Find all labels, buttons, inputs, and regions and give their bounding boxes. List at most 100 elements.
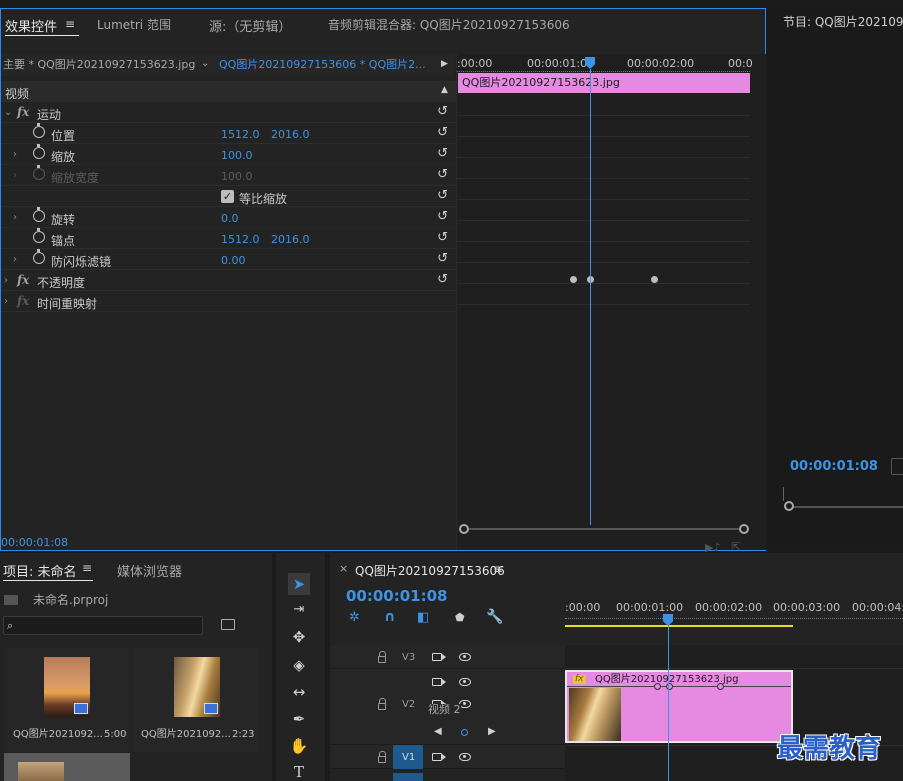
ec-timecode[interactable]: 00:00:01:08 xyxy=(1,537,68,548)
keyframe-marker[interactable] xyxy=(717,683,724,690)
fx-icon[interactable]: fx xyxy=(17,273,29,287)
reset-icon[interactable]: ↺ xyxy=(437,188,448,203)
scale-value[interactable]: 100.0 xyxy=(221,149,253,162)
pen-tool-icon[interactable]: ✒ xyxy=(288,708,310,730)
type-tool-icon[interactable]: T xyxy=(288,761,310,781)
reset-icon[interactable]: ↺ xyxy=(437,167,448,182)
sequence-clip-dropdown[interactable]: QQ图片20210927153606 * QQ图片2... xyxy=(219,59,426,70)
fx-icon[interactable]: fx xyxy=(17,105,29,119)
eye-icon[interactable] xyxy=(459,653,471,661)
fit-dropdown[interactable] xyxy=(891,458,903,475)
keyframe-marker[interactable] xyxy=(654,683,661,690)
chevron-right-icon[interactable]: › xyxy=(13,212,17,223)
reset-icon[interactable]: ↺ xyxy=(437,230,448,245)
play-only-icon[interactable]: ▶ xyxy=(441,60,448,69)
track-select-tool-icon[interactable]: ⇥ xyxy=(288,599,310,621)
sync-lock-icon[interactable] xyxy=(432,753,446,761)
rotation-value[interactable]: 0.0 xyxy=(221,212,239,225)
tab-lumetri-scopes[interactable]: Lumetri 范围 xyxy=(97,16,171,33)
collapse-up-icon[interactable]: ▲ xyxy=(441,86,448,95)
reset-icon[interactable]: ↺ xyxy=(437,125,448,140)
keyframe-dot[interactable] xyxy=(651,276,658,283)
stopwatch-icon[interactable] xyxy=(33,123,45,138)
timeline-clip[interactable]: fx QQ图片20210927153623.jpg xyxy=(565,670,793,743)
anchor-y-value[interactable]: 2016.0 xyxy=(271,233,310,246)
nest-icon[interactable]: ✲ xyxy=(349,611,360,624)
reset-icon[interactable]: ↺ xyxy=(437,251,448,266)
prev-keyframe-icon[interactable]: ◀ xyxy=(434,727,442,737)
track-name-v2[interactable]: 视频 2 xyxy=(428,704,461,715)
panel-menu-icon[interactable]: ≡ xyxy=(82,561,92,575)
program-timecode[interactable]: 00:00:01:08 xyxy=(790,460,878,473)
project-search-input[interactable]: ⌕ xyxy=(3,616,203,635)
new-bin-icon[interactable] xyxy=(221,619,235,630)
stopwatch-icon[interactable] xyxy=(33,249,45,264)
anchor-x-value[interactable]: 1512.0 xyxy=(221,233,260,246)
panel-menu-icon[interactable]: ≡ xyxy=(493,562,503,576)
stopwatch-icon[interactable] xyxy=(33,207,45,222)
ec-time-ruler[interactable]: :00:00 00:00:01:00 00:00:02:00 00:0 xyxy=(457,54,753,74)
stopwatch-icon[interactable] xyxy=(33,228,45,243)
tab-audio-clip-mixer[interactable]: 音频剪辑混合器: QQ图片20210927153606 xyxy=(328,16,570,33)
zoom-handle-left[interactable] xyxy=(459,524,469,534)
timeline-ruler[interactable]: :00:00 00:00:01:00 00:00:02:00 00:00:03:… xyxy=(565,598,903,628)
tab-source[interactable]: 源:（无剪辑） xyxy=(209,16,291,35)
export-audio-icon[interactable]: ▶♪ xyxy=(705,542,720,553)
uniform-scale-checkbox[interactable]: ✓ xyxy=(221,190,234,203)
tab-media-browser[interactable]: 媒体浏览器 xyxy=(117,561,182,580)
next-keyframe-icon[interactable]: ▶ xyxy=(488,727,496,737)
media-tile[interactable]: QQ图片2021092... 5:00 xyxy=(4,648,130,752)
anti-flicker-value[interactable]: 0.00 xyxy=(221,254,246,267)
chevron-right-icon[interactable]: › xyxy=(13,254,17,265)
chevron-right-icon[interactable]: › xyxy=(4,275,8,286)
add-keyframe-icon[interactable] xyxy=(461,729,468,736)
keyframe-dot[interactable] xyxy=(570,276,577,283)
selection-tool-icon[interactable]: ➤ xyxy=(288,573,310,595)
panel-menu-icon[interactable]: ≡ xyxy=(65,17,75,31)
add-marker-icon[interactable]: ⬟ xyxy=(455,612,465,623)
export-frame-icon[interactable]: ⇱ xyxy=(731,541,741,553)
eye-icon[interactable] xyxy=(459,678,471,686)
stopwatch-icon[interactable] xyxy=(33,144,45,159)
eye-icon[interactable] xyxy=(459,753,471,761)
chevron-right-icon[interactable]: › xyxy=(13,149,17,160)
work-area-bar[interactable] xyxy=(565,625,793,627)
zoom-handle-right[interactable] xyxy=(739,524,749,534)
reset-icon[interactable]: ↺ xyxy=(437,209,448,224)
lock-icon[interactable] xyxy=(378,751,386,763)
ripple-edit-tool-icon[interactable]: ✥ xyxy=(288,626,310,648)
ec-clip-bar[interactable]: QQ图片20210927153623.jpg xyxy=(458,73,750,93)
reset-icon[interactable]: ↺ xyxy=(437,146,448,161)
ec-grid-line xyxy=(457,136,750,137)
snap-icon[interactable]: ∩ xyxy=(384,610,395,624)
program-monitor-title[interactable]: 节目: QQ图片2021092 xyxy=(783,16,903,28)
source-patch-a1[interactable] xyxy=(393,773,423,781)
sync-lock-icon[interactable] xyxy=(432,653,446,661)
chevron-right-icon[interactable]: › xyxy=(4,296,8,307)
media-tile[interactable]: QQ图片2021092... 2:23 xyxy=(132,648,258,752)
slip-tool-icon[interactable]: ↔ xyxy=(288,681,310,703)
sync-lock-icon[interactable] xyxy=(432,678,446,686)
reset-icon[interactable]: ↺ xyxy=(437,272,448,287)
hand-tool-icon[interactable]: ✋ xyxy=(288,735,310,757)
media-tile-selected[interactable] xyxy=(4,753,130,781)
tab-effect-controls[interactable]: 效果控件 xyxy=(5,16,57,35)
chevron-down-icon[interactable]: ⌄ xyxy=(201,59,209,69)
program-scrollbar[interactable] xyxy=(789,506,903,508)
reset-icon[interactable]: ↺ xyxy=(437,104,448,119)
linked-selection-icon[interactable]: ◧ xyxy=(417,611,429,624)
position-x-value[interactable]: 1512.0 xyxy=(221,128,260,141)
wrench-icon[interactable]: 🔧 xyxy=(486,610,503,624)
close-icon[interactable]: × xyxy=(339,563,348,574)
program-zoom-handle[interactable] xyxy=(784,501,794,511)
tab-sequence[interactable]: QQ图片20210927153606 xyxy=(355,562,505,579)
lock-icon[interactable] xyxy=(378,651,386,663)
timeline-timecode[interactable]: 00:00:01:08 xyxy=(346,589,448,604)
ruler-tick xyxy=(783,487,784,501)
zoom-scrollbar[interactable] xyxy=(461,528,747,530)
tab-project[interactable]: 项目: 未命名 xyxy=(3,561,77,580)
lock-icon[interactable] xyxy=(378,698,386,710)
chevron-down-icon[interactable]: ⌄ xyxy=(4,107,12,118)
razor-tool-icon[interactable]: ◈ xyxy=(288,654,310,676)
position-y-value[interactable]: 2016.0 xyxy=(271,128,310,141)
